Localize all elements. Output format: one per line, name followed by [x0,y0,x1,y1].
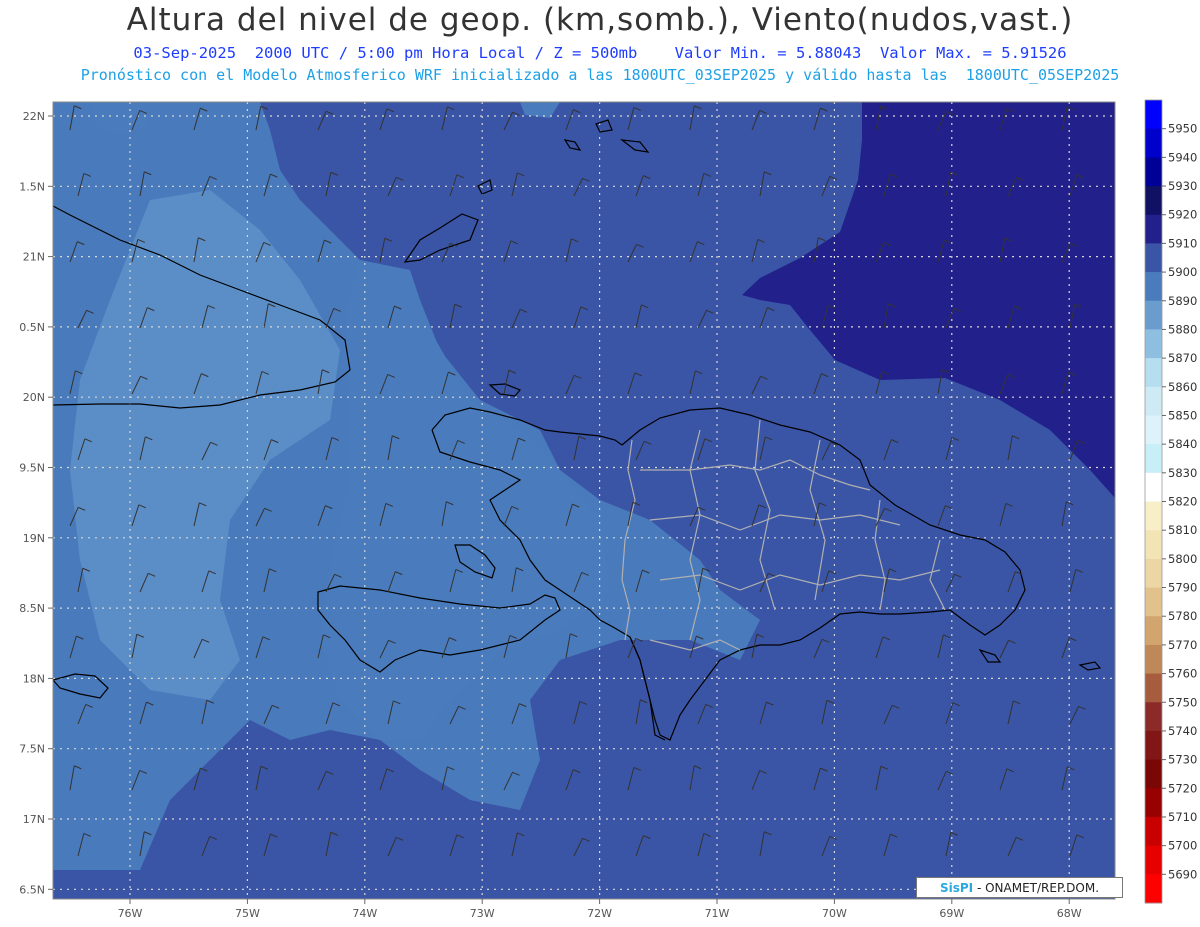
colorbar-swatch [1145,157,1162,187]
latitude-labels: 22N 1.5N 21N 0.5N 20N 9.5N 19N 8.5N 18N 7.5N 17N 6.… [19,110,53,896]
lat-label: 6.5N [19,883,45,896]
colorbar-label: 5800 [1168,552,1197,566]
colorbar-swatch [1145,673,1162,703]
lon-label: 70W [822,907,847,920]
colorbar-label: 5900 [1168,265,1197,279]
lat-label: 19N [23,532,45,545]
lon-label: 75W [235,907,260,920]
colorbar-label: 5690 [1168,867,1197,881]
colorbar-label: 5860 [1168,380,1197,394]
lat-label: 9.5N [19,462,45,475]
lat-label: 18N [23,672,45,685]
lat-label: 22N [23,110,45,123]
colorbar-swatch [1145,501,1162,531]
lat-label: 21N [23,251,45,264]
colorbar-label: 5710 [1168,810,1197,824]
colorbar-swatch [1145,243,1162,273]
colorbar-label: 5950 [1168,122,1197,136]
lon-label: 76W [118,907,143,920]
colorbar-swatch [1145,558,1162,589]
colorbar-swatch [1145,587,1162,617]
lon-label: 71W [705,907,730,920]
colorbar: 5950 5940 5930 5920 5910 5900 5890 5880 5870 5860… [1144,99,1197,904]
lat-label: 0.5N [19,321,45,334]
colorbar-label: 5820 [1168,495,1197,509]
colorbar-label: 5830 [1168,466,1197,480]
colorbar-label: 5750 [1168,695,1197,709]
sispi-logo: SisPI [939,881,974,895]
model-info-line: Pronóstico con el Modelo Atmosferico WRF… [80,66,1120,84]
credit-text: - ONAMET/REP.DOM. [973,881,1100,895]
colorbar-swatch [1145,472,1162,502]
colorbar-swatch [1145,788,1162,818]
lon-label: 72W [587,907,612,920]
lon-label: 69W [939,907,964,920]
colorbar-swatch [1145,816,1162,847]
colorbar-swatch [1145,644,1162,675]
colorbar-swatch [1145,272,1162,302]
colorbar-swatch [1145,730,1162,761]
colorbar-swatch [1145,214,1162,244]
lon-label: 73W [470,907,495,920]
colorbar-label: 5870 [1168,351,1197,365]
colorbar-swatch [1145,358,1162,388]
colorbar-label: 5840 [1168,437,1197,451]
colorbar-label: 5760 [1168,667,1197,681]
colorbar-swatch [1145,386,1162,416]
valid-time-line: 03-Sep-2025 2000 UTC / 5:00 pm Hora Loca… [133,44,1067,62]
lon-label: 74W [352,907,377,920]
colorbar-label: 5930 [1168,179,1197,193]
colorbar-label: 5880 [1168,322,1197,336]
lon-label: 68W [1057,907,1082,920]
map-title: Altura del nivel de geop. (km,somb.), Vi… [126,2,1074,38]
colorbar-swatch [1145,759,1162,789]
lat-label: 1.5N [19,180,45,193]
colorbar-label: 5780 [1168,609,1197,623]
colorbar-label: 5920 [1168,208,1197,222]
colorbar-swatch [1145,616,1162,646]
colorbar-label: 5720 [1168,781,1197,795]
colorbar-label: 5940 [1168,150,1197,164]
colorbar-label: 5890 [1168,294,1197,308]
longitude-labels: 76W 75W 74W 73W 72W 71W 70W 69W 68W [118,899,1082,920]
colorbar-swatch [1145,845,1162,875]
lat-label: 8.5N [19,602,45,615]
colorbar-swatch [1145,702,1162,732]
colorbar-swatch [1145,530,1162,560]
colorbar-label: 5810 [1168,523,1197,537]
colorbar-label: 5740 [1168,724,1197,738]
geopotential-field [53,102,1115,899]
colorbar-label: 5700 [1168,839,1197,853]
lat-label: 20N [23,391,45,404]
colorbar-swatch [1145,300,1162,330]
colorbar-label: 5770 [1168,638,1197,652]
colorbar-label: 5850 [1168,408,1197,422]
colorbar-swatch [1145,128,1162,158]
colorbar-swatch [1145,415,1162,445]
lat-label: 7.5N [19,743,45,756]
colorbar-swatch [1145,186,1162,216]
colorbar-label: 5790 [1168,581,1197,595]
forecast-map: 22N 1.5N 21N 0.5N 20N 9.5N 19N 8.5N 18N 7.5N 17N 6.… [19,99,1197,920]
colorbar-label: 5910 [1168,236,1197,250]
lat-label: 17N [23,813,45,826]
colorbar-label: 5730 [1168,753,1197,767]
colorbar-swatch [1145,329,1162,359]
colorbar-swatch [1145,100,1162,130]
colorbar-swatch [1145,444,1162,474]
credit-box: SisPI - ONAMET/REP.DOM. [916,877,1123,898]
colorbar-swatch [1145,874,1162,904]
